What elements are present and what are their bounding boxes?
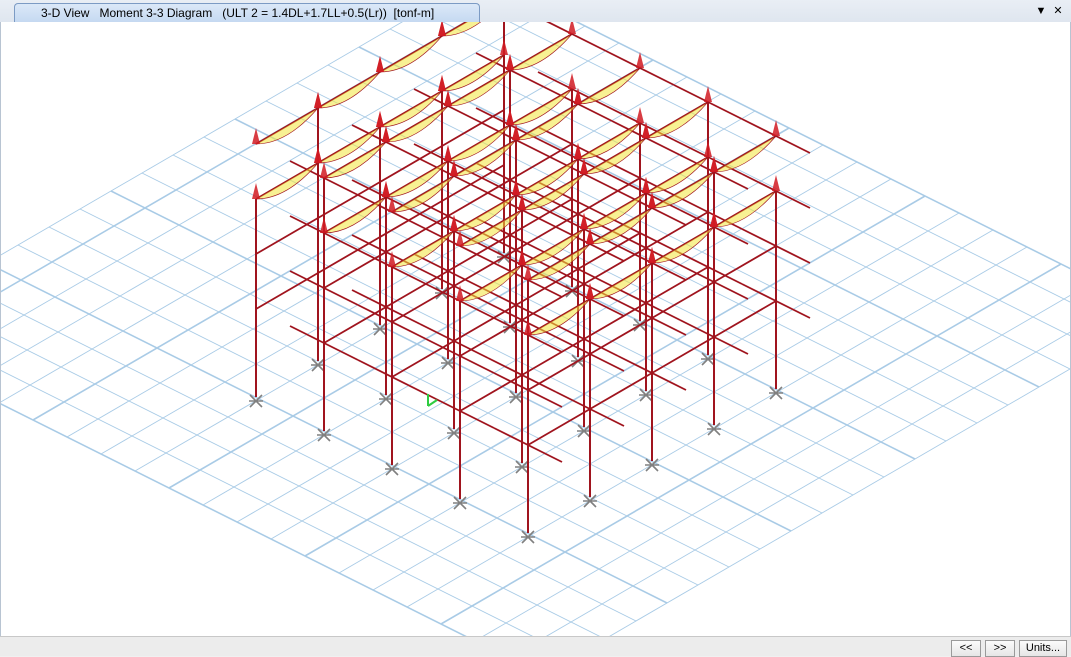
chevron-down-icon[interactable]: ▼ [1033, 4, 1049, 18]
tab-units: [tonf-m] [393, 6, 435, 20]
tab-diagram-name: Moment 3-3 Diagram [99, 6, 213, 20]
tab-view-name: 3-D View [41, 6, 90, 20]
next-button[interactable]: >> [985, 640, 1015, 657]
tab-load-combo: (ULT 2 = 1.4DL+1.7LL+0.5(Lr)) [222, 6, 387, 20]
view-tab[interactable]: 3-D View Moment 3-3 Diagram (ULT 2 = 1.4… [14, 3, 480, 22]
document-tab-bar: 3-D View Moment 3-3 Diagram (ULT 2 = 1.4… [0, 0, 1071, 23]
status-bar: << >> Units... [0, 636, 1071, 657]
previous-button[interactable]: << [951, 640, 981, 657]
moment-diagram-3d-scene[interactable] [1, 22, 1071, 636]
close-icon[interactable]: ✕ [1050, 4, 1066, 18]
model-3d-viewport[interactable] [0, 22, 1071, 636]
units-button[interactable]: Units... [1019, 640, 1067, 657]
